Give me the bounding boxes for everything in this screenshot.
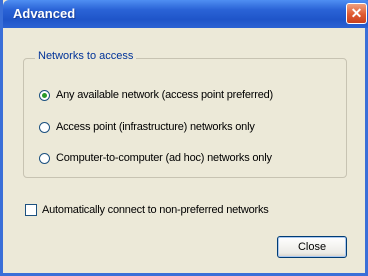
radio-button[interactable]: [39, 152, 50, 164]
radio-access-point-only[interactable]: Access point (infrastructure) networks o…: [39, 121, 255, 133]
radio-label: Access point (infrastructure) networks o…: [56, 121, 255, 133]
radio-label: Any available network (access point pref…: [56, 89, 274, 101]
close-icon[interactable]: ✕: [346, 3, 367, 24]
advanced-dialog: Advanced ✕ Networks to access Any availa…: [0, 0, 368, 276]
title-bar[interactable]: Advanced ✕: [3, 0, 368, 28]
close-button[interactable]: Close: [277, 236, 347, 258]
auto-connect-checkbox-row[interactable]: Automatically connect to non-preferred n…: [25, 204, 269, 216]
radio-adhoc-only[interactable]: Computer-to-computer (ad hoc) networks o…: [39, 152, 272, 164]
radio-label: Computer-to-computer (ad hoc) networks o…: [56, 152, 272, 164]
window-title: Advanced: [13, 6, 76, 21]
group-legend: Networks to access: [35, 50, 137, 62]
radio-button[interactable]: [39, 121, 50, 133]
radio-button[interactable]: [39, 89, 50, 101]
auto-connect-checkbox[interactable]: [25, 204, 37, 216]
checkbox-label: Automatically connect to non-preferred n…: [42, 204, 269, 216]
radio-any-network[interactable]: Any available network (access point pref…: [39, 89, 273, 101]
